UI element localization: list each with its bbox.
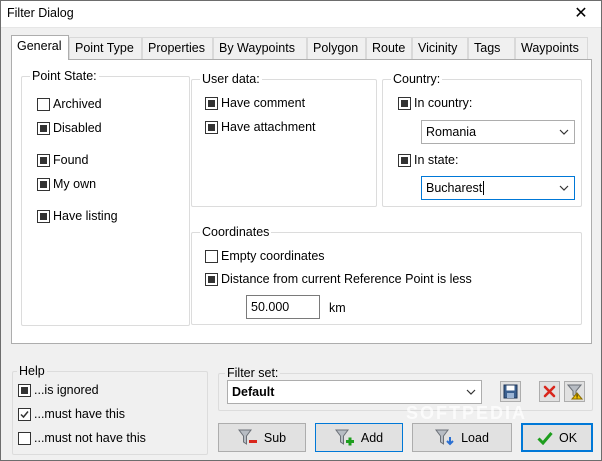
have-listing-checkbox[interactable]: Have listing <box>37 209 118 223</box>
distance-checkbox[interactable]: Distance from current Reference Point is… <box>205 272 472 286</box>
sub-button[interactable]: Sub <box>218 423 306 452</box>
checkbox-unchecked-icon <box>18 431 31 445</box>
filter-dialog-window: Filter Dialog ✕ General Point Type Prope… <box>0 0 602 461</box>
checkbox-unchecked-icon <box>37 97 50 111</box>
state-select-value: Bucharest <box>426 181 483 195</box>
country-select-value: Romania <box>426 125 477 139</box>
checkbox-indeterminate-icon <box>37 153 50 167</box>
checkbox-indeterminate-icon <box>205 96 218 110</box>
in-state-label: In state: <box>414 153 459 167</box>
archived-checkbox[interactable]: Archived <box>37 97 102 111</box>
distance-unit: km <box>329 301 346 315</box>
tab-vicinity[interactable]: Vicinity <box>412 37 468 59</box>
help-title: Help <box>17 364 47 378</box>
filter-load-icon <box>435 429 454 445</box>
filter-set-group: Filter set: Default <box>218 366 593 411</box>
load-button-label: Load <box>461 430 489 445</box>
legend-must-not-have: ...must not have this <box>18 431 146 445</box>
sub-button-label: Sub <box>263 430 287 445</box>
in-state-checkbox[interactable]: In state: <box>398 153 458 167</box>
legend-must-have: ...must have this <box>18 407 125 421</box>
checkmark-icon <box>537 431 553 445</box>
load-button[interactable]: Load <box>412 423 512 452</box>
archived-label: Archived <box>53 97 102 111</box>
have-comment-label: Have comment <box>221 96 306 110</box>
save-filter-button[interactable] <box>500 381 521 402</box>
point-state-group: Point State: Archived Disabled Found My … <box>21 69 190 326</box>
user-data-title: User data: <box>200 72 262 86</box>
chevron-down-icon <box>466 389 476 395</box>
tab-waypoints[interactable]: Waypoints <box>515 37 588 59</box>
checkbox-checked-icon <box>18 407 31 421</box>
window-title: Filter Dialog <box>7 6 74 20</box>
filter-set-title: Filter set: <box>225 366 281 380</box>
filter-set-value: Default <box>232 385 275 399</box>
red-x-delete-icon <box>543 385 556 398</box>
add-button[interactable]: Add <box>315 423 403 452</box>
legend-must-not-have-label: ...must not have this <box>34 431 146 445</box>
general-tab-panel: Point State: Archived Disabled Found My … <box>11 59 592 344</box>
coordinates-group: Coordinates Empty coordinates Distance f… <box>191 225 582 325</box>
tab-point-type[interactable]: Point Type <box>69 37 142 59</box>
state-select[interactable]: Bucharest <box>421 176 575 200</box>
legend-ignored-label: ...is ignored <box>34 383 99 397</box>
have-listing-label: Have listing <box>53 209 118 223</box>
tab-polygon[interactable]: Polygon <box>307 37 366 59</box>
checkbox-indeterminate-icon <box>398 96 411 110</box>
tab-by-waypoints[interactable]: By Waypoints <box>213 37 307 59</box>
found-checkbox[interactable]: Found <box>37 153 88 167</box>
checkbox-indeterminate-icon <box>205 272 218 286</box>
in-country-checkbox[interactable]: In country: <box>398 96 472 110</box>
checkbox-indeterminate-icon <box>37 209 50 223</box>
have-attachment-label: Have attachment <box>221 120 316 134</box>
checkbox-unchecked-icon <box>205 249 218 263</box>
distance-label: Distance from current Reference Point is… <box>221 272 472 286</box>
text-cursor <box>483 181 485 195</box>
distance-input[interactable]: 50.000 <box>246 295 320 319</box>
my-own-label: My own <box>53 177 97 191</box>
disabled-checkbox[interactable]: Disabled <box>37 121 102 135</box>
empty-coordinates-checkbox[interactable]: Empty coordinates <box>205 249 325 263</box>
filter-funnel-warning-icon <box>566 384 583 399</box>
tab-general[interactable]: General <box>11 35 69 60</box>
checkbox-indeterminate-icon <box>205 120 218 134</box>
ok-button[interactable]: OK <box>521 423 593 452</box>
filter-set-select[interactable]: Default <box>227 380 482 404</box>
point-state-title: Point State: <box>30 69 99 83</box>
country-group: Country: In country: Romania In state: B… <box>382 72 582 207</box>
checkbox-indeterminate-icon <box>18 383 31 397</box>
checkbox-indeterminate-icon <box>37 177 50 191</box>
floppy-disk-icon <box>503 384 518 399</box>
user-data-group: User data: Have comment Have attachment <box>191 72 377 207</box>
tab-tags[interactable]: Tags <box>468 37 515 59</box>
found-label: Found <box>53 153 89 167</box>
legend-must-have-label: ...must have this <box>34 407 126 421</box>
country-select[interactable]: Romania <box>421 120 575 144</box>
legend-ignored: ...is ignored <box>18 383 99 397</box>
filter-warning-button[interactable] <box>564 381 585 402</box>
country-title: Country: <box>391 72 443 86</box>
checkbox-indeterminate-icon <box>398 153 411 167</box>
have-attachment-checkbox[interactable]: Have attachment <box>205 120 316 134</box>
coordinates-title: Coordinates <box>200 225 272 239</box>
chevron-down-icon <box>559 129 569 135</box>
checkbox-indeterminate-icon <box>37 121 50 135</box>
help-group: Help ...is ignored ...must have this ...… <box>12 364 208 455</box>
filter-minus-icon <box>237 429 257 445</box>
add-button-label: Add <box>360 430 384 445</box>
have-comment-checkbox[interactable]: Have comment <box>205 96 305 110</box>
delete-filter-button[interactable] <box>539 381 560 402</box>
in-country-label: In country: <box>414 96 473 110</box>
tab-properties[interactable]: Properties <box>142 37 213 59</box>
title-bar: Filter Dialog ✕ <box>1 1 601 28</box>
filter-plus-icon <box>334 429 354 445</box>
tab-route[interactable]: Route <box>366 37 412 59</box>
empty-coordinates-label: Empty coordinates <box>221 249 325 263</box>
my-own-checkbox[interactable]: My own <box>37 177 96 191</box>
chevron-down-icon <box>559 185 569 191</box>
disabled-label: Disabled <box>53 121 102 135</box>
ok-button-label: OK <box>558 430 578 445</box>
close-button[interactable]: ✕ <box>571 4 591 24</box>
